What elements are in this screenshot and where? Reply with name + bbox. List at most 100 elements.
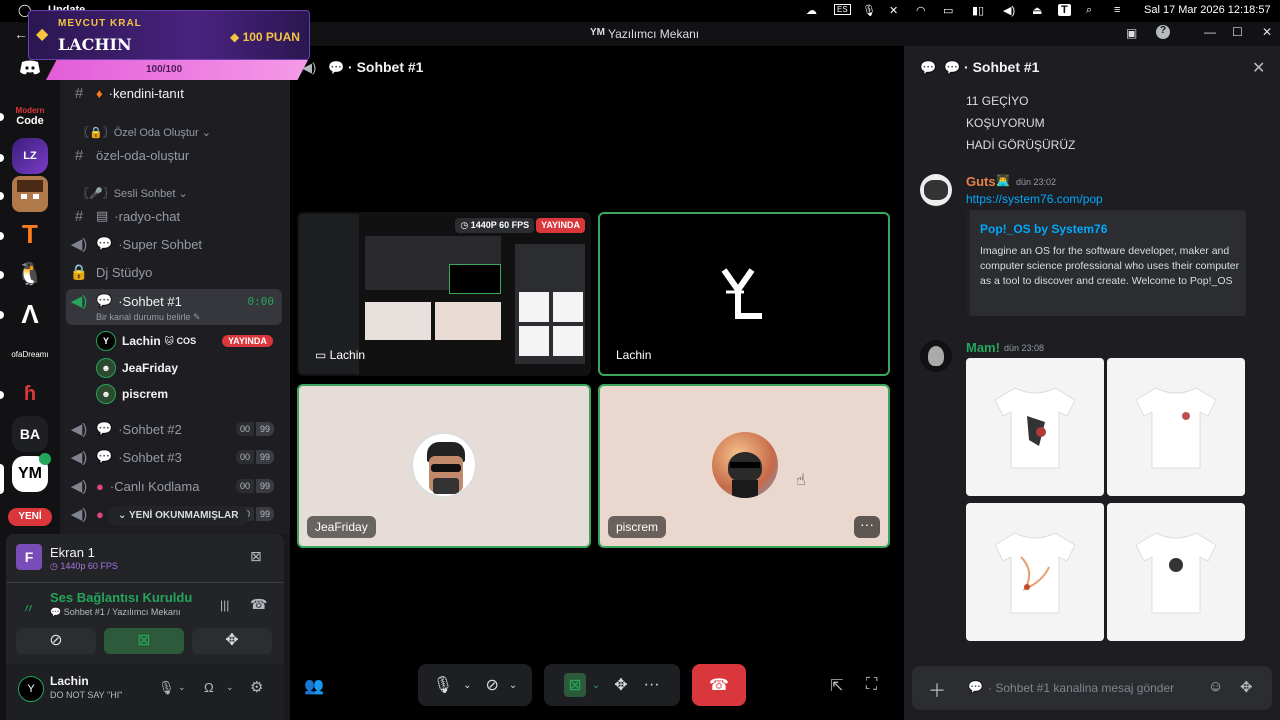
screen-share-icon[interactable]: ⊠ xyxy=(564,673,586,697)
chevron-down-icon[interactable]: ⌄ xyxy=(509,680,517,691)
category-ozel-oda[interactable]: 〖🔒〗Özel Oda Oluştur ⌄ xyxy=(78,124,211,140)
battery-icon[interactable]: ▮▯ xyxy=(972,4,984,17)
share-control[interactable]: ⊠ ⌄ ✥ ··· xyxy=(544,664,680,706)
close-chat-button[interactable]: ✕ xyxy=(1252,58,1265,78)
server-ba[interactable]: BA xyxy=(12,416,48,452)
bluetooth-off-icon[interactable]: ✕ xyxy=(889,4,898,17)
server-minecraft[interactable] xyxy=(12,176,48,212)
voice-panel: F Ekran 1 ◷ 1440p 60 FPS ⊠ 〃 Ses Bağlant… xyxy=(6,534,284,720)
video-tile-piscrem[interactable]: ☝ piscrem ··· xyxy=(598,384,890,548)
chevron-down-icon[interactable]: ⌄ xyxy=(463,680,471,691)
text-icon[interactable]: T xyxy=(1058,4,1071,16)
shirt-image[interactable] xyxy=(1107,503,1245,641)
more-icon[interactable]: ··· xyxy=(644,676,660,694)
back-arrow-icon[interactable]: ← xyxy=(14,26,28,42)
mam-avatar[interactable] xyxy=(920,340,952,372)
channel-canli-kodlama[interactable]: ◀) ● · Canlı Kodlama 00 99 xyxy=(68,473,282,499)
server-code[interactable]: Modern Code xyxy=(12,98,48,134)
screen-share-button[interactable]: ⊠ xyxy=(104,628,184,654)
activities-icon[interactable]: ✥ xyxy=(614,675,627,695)
notification-icon[interactable]: ≡ xyxy=(1114,4,1120,16)
close-window-button[interactable]: ✕ xyxy=(1262,25,1272,39)
microphone-icon[interactable]: 🎙 xyxy=(862,4,876,17)
mic-control[interactable]: 🎙 ⌄ ⊘ ⌄ xyxy=(418,664,532,706)
headphones-icon[interactable]: Ω xyxy=(204,680,214,695)
cloud-icon[interactable]: ☁ xyxy=(806,4,817,17)
message-author[interactable]: Mam! xyxy=(966,340,1000,355)
settings-gear-icon[interactable]: ⚙ xyxy=(250,678,263,696)
wifi-icon[interactable]: ◠ xyxy=(916,4,926,17)
fullscreen-icon[interactable]: ⛶ xyxy=(866,676,877,694)
stream-tile-lachin[interactable]: ◷ 1440P 60 FPS YAYINDA ▭ Lachin xyxy=(297,212,591,376)
more-options-button[interactable]: ··· xyxy=(854,516,880,538)
channel-ozel-oda-olustur[interactable]: # özel-oda-oluştur xyxy=(68,142,282,168)
chevron-down-icon[interactable]: ⌄ xyxy=(592,680,600,691)
emoji-icon[interactable]: ☺ xyxy=(1208,678,1223,695)
channel-sohbet-3[interactable]: ◀) 💬 · Sohbet #3 00 99 xyxy=(68,444,282,470)
channel-sohbet-1[interactable]: ◀) 💬 · Sohbet #1 0:00 xyxy=(68,288,282,314)
maximize-button[interactable]: ☐ xyxy=(1232,25,1243,39)
user-status[interactable]: DO NOT SAY "HI" xyxy=(50,690,122,700)
activities-button[interactable]: ✥ xyxy=(192,628,272,654)
voice-member-jeafriday[interactable]: ☻ JeaFriday xyxy=(96,357,178,379)
invite-people-icon[interactable]: 👥 xyxy=(304,676,324,696)
message-input[interactable]: · Sohbet #1 kanalina mesaj gönder xyxy=(988,681,1174,695)
keyboard-layout-icon[interactable]: ES xyxy=(834,4,851,15)
channel-list: # ♦ · kendini-tanıt 〖🔒〗Özel Oda Oluştur ⌄ … xyxy=(60,46,290,534)
channel-kendini-tanit[interactable]: # ♦ · kendini-tanıt xyxy=(68,80,282,106)
disconnect-icon[interactable]: ☎ xyxy=(250,596,267,613)
server-ym[interactable]: YM xyxy=(12,453,51,492)
popout-icon[interactable]: ⇱ xyxy=(830,676,843,696)
video-tile-lachin[interactable]: Lachin xyxy=(598,212,890,376)
speaker-icon: ◀) xyxy=(70,236,88,253)
server-t[interactable]: T xyxy=(12,216,48,252)
chevron-down-icon[interactable]: ⌄ xyxy=(226,682,234,693)
server-penguin[interactable]: 🐧 xyxy=(12,256,48,292)
message-author[interactable]: Guts xyxy=(966,174,996,189)
shirt-image[interactable] xyxy=(966,358,1104,496)
category-sesli-sohbet[interactable]: 〖🎤〗Sesli Sohbet ⌄ xyxy=(78,185,188,201)
shirt-image[interactable] xyxy=(1107,358,1245,496)
channel-status-hint[interactable]: Bir kanal durumu belirle ✎ xyxy=(96,312,201,323)
voice-status[interactable]: Ses Bağlantısı Kuruldu xyxy=(50,590,192,605)
server-ofadreams[interactable]: ofaDreamı xyxy=(11,336,49,372)
video-tile-jeafriday[interactable]: JeaFriday xyxy=(297,384,591,548)
channel-dj-studyo[interactable]: 🔒 Dj Stüdyo xyxy=(68,259,282,285)
message-link[interactable]: https://system76.com/pop xyxy=(966,192,1103,206)
camera-off-icon[interactable]: ⊘ xyxy=(485,675,498,695)
shirt-image[interactable] xyxy=(966,503,1104,641)
camera-off-button[interactable]: ⊘ xyxy=(16,628,96,654)
voice-channel-path[interactable]: 💬 Sohbet #1 / Yazılımcı Mekanı xyxy=(50,607,180,618)
channel-super-sohbet[interactable]: ◀) 💬 · Super Sohbet xyxy=(68,231,282,257)
server-purple[interactable]: LZ xyxy=(12,138,48,174)
search-icon[interactable]: ⌕ xyxy=(1086,4,1092,17)
volume-icon[interactable]: ◀) xyxy=(1003,4,1015,17)
disconnect-button[interactable]: ☎ xyxy=(692,664,746,706)
microphone-icon[interactable]: 🎙 xyxy=(433,675,453,695)
noise-suppression-icon[interactable]: ||| xyxy=(220,598,229,612)
signal-icon[interactable]: 〃 xyxy=(22,598,35,617)
microphone-icon[interactable]: 🎙 xyxy=(158,680,175,696)
user-name[interactable]: Lachin xyxy=(50,674,89,688)
eject-icon[interactable]: ⏏ xyxy=(1032,4,1042,17)
stop-stream-icon[interactable]: ⊠ xyxy=(250,548,262,565)
inbox-icon[interactable]: ▣ xyxy=(1126,26,1137,40)
unread-pill[interactable]: ⌄ YENİ OKUNMAMIŞLAR xyxy=(108,506,249,526)
voice-member-piscrem[interactable]: ☻ piscrem xyxy=(96,383,168,405)
channel-radyo-chat[interactable]: # ▤ · radyo-chat xyxy=(68,203,282,229)
guts-avatar[interactable] xyxy=(920,174,952,206)
user-avatar[interactable]: Y xyxy=(18,676,44,702)
voice-count-limit: 99 xyxy=(255,422,274,436)
add-attachment-button[interactable]: ＋ xyxy=(928,677,946,703)
server-a[interactable]: Ʌ xyxy=(12,296,48,332)
voice-member-lachin[interactable]: Y Lachin 🐱 COS YAYINDA xyxy=(96,330,273,352)
embed-title[interactable]: Pop!_OS by System76 xyxy=(980,222,1107,236)
help-icon[interactable]: ? xyxy=(1156,25,1170,39)
display-icon[interactable]: ▭ xyxy=(943,4,953,17)
new-unread-badge[interactable]: YENİ xyxy=(8,508,52,526)
apps-icon[interactable]: ✥ xyxy=(1240,678,1253,696)
server-red[interactable]: ɦ xyxy=(12,376,48,412)
minimize-button[interactable]: — xyxy=(1204,25,1216,39)
chevron-down-icon[interactable]: ⌄ xyxy=(178,682,186,693)
channel-sohbet-2[interactable]: ◀) 💬 · Sohbet #2 00 99 xyxy=(68,416,282,442)
